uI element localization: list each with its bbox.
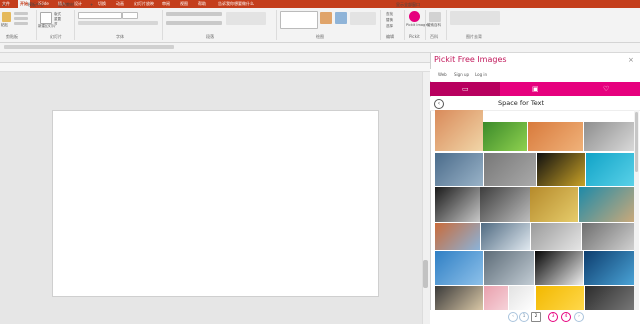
page-2-current[interactable]: 2 [531, 312, 541, 322]
show-all-windows[interactable]: 显示全部窗口 [396, 1, 420, 8]
paste-icon[interactable] [2, 12, 11, 22]
format-painter-icon[interactable] [14, 22, 28, 25]
paragraph-list-buttons[interactable] [166, 12, 222, 16]
slide[interactable] [52, 110, 379, 297]
img-orange-hands[interactable] [528, 122, 583, 151]
ribbon-tab-bar [0, 0, 640, 8]
nav-log-in[interactable]: Log in [475, 72, 487, 77]
tab-view[interactable]: 视图 [180, 0, 188, 8]
img-wave-splash[interactable] [481, 223, 530, 250]
search-encyclopedia-button[interactable]: 搜索百科 [427, 23, 441, 28]
tab-animations[interactable]: 动画 [116, 0, 124, 8]
document-tab-row [0, 53, 430, 63]
nav-web[interactable]: Web [438, 72, 447, 77]
tab-review[interactable]: 审阅 [162, 0, 170, 8]
group-clipboard: 剪贴板 [6, 34, 18, 39]
tab-slideshow[interactable]: 幻灯片放映 [134, 0, 154, 8]
img-crowd-lights[interactable] [435, 286, 483, 310]
back-icon[interactable]: ‹ [434, 99, 444, 109]
paste-button[interactable]: 粘贴 [1, 23, 8, 28]
image-tools-buttons[interactable] [450, 11, 500, 25]
font-family-select[interactable] [78, 12, 122, 19]
img-yellow-city[interactable] [530, 187, 578, 222]
page-4[interactable]: 4 [561, 312, 571, 322]
img-bw-wave[interactable] [480, 187, 530, 222]
group-encyclopedia: 百科 [430, 34, 438, 39]
section-title: Space for Text [498, 99, 545, 107]
doc-tab-template-center[interactable]: 模板中心 [28, 1, 44, 8]
page-1[interactable]: 1 [519, 312, 529, 322]
img-sketch-lines[interactable] [531, 223, 581, 250]
tab-design[interactable]: 设计 [74, 0, 82, 8]
img-silhouette[interactable] [435, 187, 480, 222]
cut-icon[interactable] [14, 12, 28, 15]
shape-fill-outline[interactable] [350, 12, 376, 25]
tab-transitions[interactable]: 切换 [98, 0, 106, 8]
pane-title: Pickit Free Images [434, 55, 507, 64]
img-gray-texture[interactable] [484, 153, 536, 186]
img-pink-flowers[interactable] [484, 286, 508, 310]
section-button[interactable]: 节 [54, 22, 58, 27]
close-icon[interactable]: × [628, 56, 634, 64]
img-desk-gear[interactable] [584, 122, 634, 151]
heart-icon[interactable]: ♡ [603, 85, 609, 93]
img-aerial-coast[interactable] [579, 187, 634, 222]
group-slides: 幻灯片 [50, 34, 62, 39]
shapes-gallery[interactable] [280, 11, 318, 29]
img-moon-dusk[interactable] [435, 110, 483, 151]
img-desert-dunes[interactable] [435, 223, 480, 250]
new-tab-icon[interactable]: + [90, 1, 93, 8]
new-slide-button[interactable]: 新建幻灯片 [38, 24, 56, 29]
tab-help[interactable]: 帮助 [198, 0, 206, 8]
group-drawing: 绘图 [316, 34, 324, 39]
img-yellow-wall[interactable] [536, 286, 584, 310]
font-size-select[interactable] [122, 12, 138, 19]
doc-tab-geely[interactable]: 吉利教材 [58, 1, 74, 8]
select-button[interactable]: 选择 [386, 24, 393, 29]
quick-styles-icon[interactable] [335, 12, 347, 24]
img-blue-wave[interactable] [584, 251, 634, 285]
img-green-leaf[interactable] [483, 122, 527, 151]
img-city-skyline[interactable] [484, 251, 534, 285]
font-format-buttons[interactable] [78, 21, 158, 25]
find-button[interactable]: 查找 [386, 12, 393, 17]
page-prev[interactable]: ‹ [508, 312, 518, 322]
replace-button[interactable]: 替换 [386, 18, 393, 23]
paragraph-align-buttons[interactable] [166, 21, 222, 25]
img-teal-fabric[interactable] [586, 153, 634, 186]
home-icon[interactable]: ⌂ [3, 1, 6, 8]
page-3[interactable]: 3 [548, 312, 558, 322]
pickit-logo-icon[interactable] [409, 11, 420, 22]
image-icon[interactable]: ▣ [532, 85, 539, 93]
group-font: 字体 [116, 34, 124, 39]
img-dark-room[interactable] [585, 286, 634, 310]
page-next[interactable]: › [574, 312, 584, 322]
img-bw-field[interactable] [582, 223, 634, 250]
img-light-trail[interactable] [535, 251, 583, 285]
quick-access-icons[interactable] [4, 45, 174, 49]
editor-scroll-thumb[interactable] [423, 260, 428, 288]
text-direction-buttons[interactable] [226, 12, 266, 25]
copy-icon[interactable] [14, 17, 28, 20]
img-jump-person[interactable] [435, 251, 483, 285]
group-paragraph: 段落 [206, 34, 214, 39]
collection-icon[interactable]: ▭ [462, 85, 469, 93]
img-white-cup[interactable] [509, 286, 534, 310]
arrange-icon[interactable] [320, 12, 332, 24]
img-dark-lights[interactable] [537, 153, 585, 186]
search-encyclopedia-icon[interactable] [429, 12, 441, 22]
horizontal-ruler [0, 63, 430, 72]
group-pickit: Pickit [409, 34, 420, 39]
group-remove-bg: 图片去背 [466, 34, 482, 39]
group-editing: 编辑 [386, 34, 394, 39]
img-cloud-sky[interactable] [435, 153, 483, 186]
pane-scroll-thumb[interactable] [635, 112, 638, 172]
tell-me-search[interactable]: 告诉我你想要做什么 [218, 0, 254, 8]
new-slide-icon[interactable] [40, 12, 52, 24]
nav-sign-up[interactable]: Sign up [454, 72, 469, 77]
